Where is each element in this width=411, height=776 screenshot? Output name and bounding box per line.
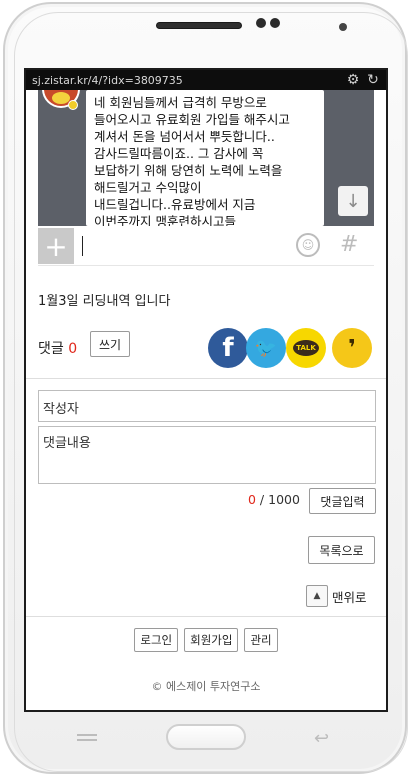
copyright-text: © 에스제이 투자연구소 [151, 680, 261, 693]
chat-input-row: + ☺ # [38, 226, 374, 266]
chat-text-input[interactable] [82, 236, 83, 256]
gear-icon[interactable]: ⚙ [346, 72, 360, 88]
scroll-to-top-link[interactable]: ▲ 맨위로 [306, 584, 367, 608]
attach-plus-button[interactable]: + [38, 228, 74, 264]
speaker-grille [156, 22, 242, 29]
chat-panel: 네 회원님들께서 급격히 무방으로 들어오시고 유료회원 가입들 해주시고 계셔… [38, 90, 374, 226]
front-camera [339, 23, 347, 31]
login-button[interactable]: 로그인 [134, 628, 179, 652]
message-line: 네 회원님들께서 급격히 무방으로 [94, 95, 267, 110]
chat-message-bubble: 네 회원님들께서 급격히 무방으로 들어오시고 유료회원 가입들 해주시고 계셔… [86, 90, 324, 226]
author-field[interactable]: 작성자 [38, 390, 376, 422]
write-comment-button[interactable]: 쓰기 [90, 331, 130, 357]
footer-divider [26, 616, 386, 617]
back-key-icon[interactable]: ↩ [314, 728, 329, 749]
url-text: sj.zistar.kr/4/?idx=3809735 [32, 73, 183, 87]
submit-comment-button[interactable]: 댓글입력 [309, 488, 376, 514]
scroll-down-icon[interactable]: ↓ [338, 186, 368, 216]
browser-url-bar[interactable]: sj.zistar.kr/4/?idx=3809735 ⚙ ↻ [26, 70, 386, 90]
character-counter: 0 / 1000 [248, 492, 300, 507]
message-line: 보답하기 위해 당연히 노력에 노력을 [94, 163, 283, 178]
counter-separator: / [255, 492, 269, 507]
arrow-up-icon[interactable]: ▲ [306, 585, 328, 607]
home-button[interactable] [166, 724, 246, 750]
comment-count: 0 [68, 341, 78, 357]
scroll-to-top-label[interactable]: 맨위로 [332, 587, 367, 606]
crown-badge-icon [68, 100, 78, 110]
kakaotalk-label: TALK [293, 340, 319, 356]
message-line: 감사드릴따름이죠.. 그 감사에 꼭 [94, 146, 264, 161]
emoji-icon[interactable]: ☺ [296, 233, 320, 257]
hashtag-icon[interactable]: # [340, 232, 358, 257]
comment-share-row: 댓글 0 쓰기 f 🐦 TALK ❜ [38, 328, 374, 368]
menu-key-icon[interactable] [77, 734, 97, 746]
message-line: 해드릴거고 수익많이 [94, 180, 202, 195]
comment-content-field[interactable]: 댓글내용 [38, 426, 376, 484]
kakaotalk-share-icon[interactable]: TALK [286, 328, 326, 368]
message-line: 이번주까지 맹훈련하시고들 [94, 214, 236, 226]
message-line: 계셔서 돈을 넘어서서 뿌듯합니다.. [94, 129, 275, 144]
admin-button[interactable]: 관리 [244, 628, 278, 652]
phone-screen: sj.zistar.kr/4/?idx=3809735 ⚙ ↻ 네 회원님들께서… [24, 68, 388, 712]
twitter-share-icon[interactable]: 🐦 [246, 328, 286, 368]
kakaostory-share-icon[interactable]: ❜ [332, 328, 372, 368]
comment-label: 댓글 0 [38, 338, 77, 358]
footer-links: 로그인 회원가입 관리 [26, 628, 386, 652]
counter-current: 0 [248, 492, 256, 507]
comment-label-text: 댓글 [38, 341, 64, 357]
facebook-share-icon[interactable]: f [208, 328, 248, 368]
message-line: 들어오시고 유료회원 가입들 해주시고 [94, 112, 290, 127]
front-sensor-1 [256, 18, 266, 28]
message-line: 내드릴겁니다..유료방에서 지금 [94, 197, 256, 212]
post-title: 1월3일 리딩내역 입니다 [38, 294, 171, 309]
back-to-list-button[interactable]: 목록으로 [308, 536, 375, 564]
front-sensor-2 [270, 18, 280, 28]
signup-button[interactable]: 회원가입 [184, 628, 239, 652]
reload-icon[interactable]: ↻ [366, 72, 380, 88]
counter-max: 1000 [268, 492, 300, 507]
section-divider [26, 378, 386, 379]
